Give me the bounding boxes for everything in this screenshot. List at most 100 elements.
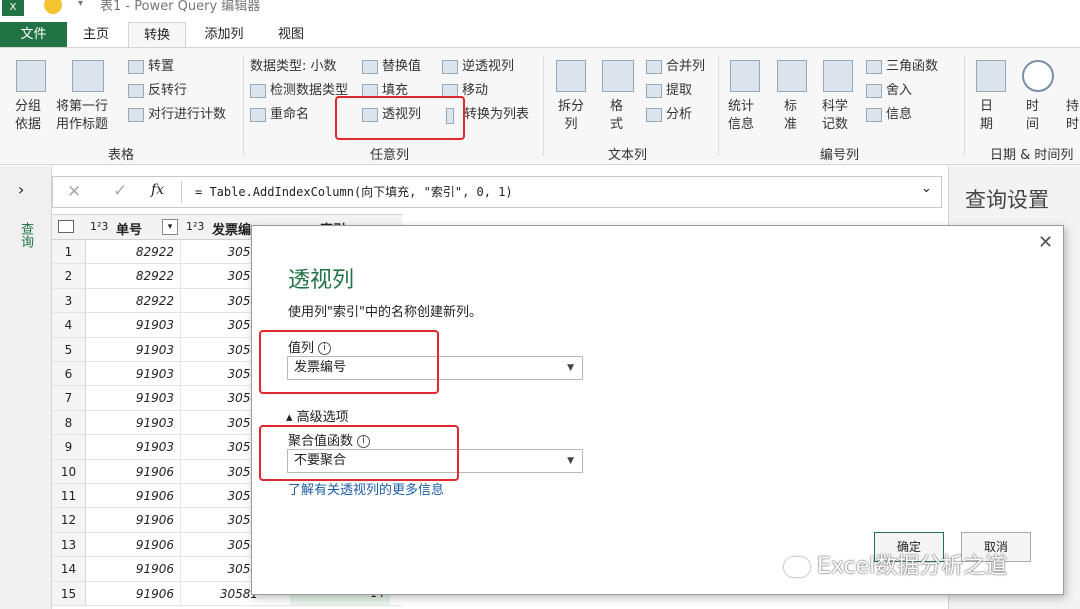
expand-formula-icon[interactable]: ⌄ (921, 181, 932, 196)
cell-order-no[interactable]: 91906 (87, 581, 181, 605)
advanced-options-toggle[interactable]: ▴ 高级选项 (286, 406, 349, 425)
row-number[interactable]: 5 (52, 337, 86, 361)
cell-invoice-no[interactable]: 3058 (182, 338, 262, 361)
formula-input[interactable]: = Table.AddIndexColumn(向下填充, "索引", 0, 1) (195, 183, 513, 200)
cell-order-no[interactable]: 82922 (87, 240, 181, 264)
cell-order-no[interactable]: 91903 (87, 410, 181, 435)
row-number[interactable]: 7 (52, 386, 86, 410)
cell-order-no[interactable]: 91906 (87, 459, 181, 483)
queries-label[interactable]: 查询 (16, 222, 35, 248)
cancel-formula-icon[interactable]: ✕ (67, 182, 81, 202)
group-label-any-column: 任意列 (370, 148, 410, 163)
trig-button[interactable]: 三角函数 (886, 58, 938, 76)
format-button[interactable]: 格 式 (610, 98, 623, 134)
tab-view[interactable]: 视图 (262, 22, 320, 48)
cell-invoice-no[interactable]: 3058 (182, 557, 262, 580)
cell-invoice-no[interactable]: 3058 (182, 313, 262, 336)
count-rows-icon (128, 108, 144, 122)
tab-add-column[interactable]: 添加列 (192, 22, 256, 48)
cell-invoice-no[interactable]: 30581 (182, 582, 262, 605)
date-icon (976, 60, 1006, 92)
dropdown-arrow-icon: ▼ (567, 363, 574, 373)
cell-order-no[interactable]: 91906 (87, 484, 181, 508)
row-number[interactable]: 3 (52, 288, 86, 313)
cell-invoice-no[interactable]: 3058 (182, 289, 262, 312)
column-header-invoice-no[interactable]: 发票编 (212, 219, 256, 238)
replace-values-button[interactable]: 替换值 (382, 58, 421, 76)
row-number[interactable]: 2 (52, 264, 86, 288)
close-icon[interactable]: ✕ (1038, 232, 1053, 253)
extract-button[interactable]: 提取 (666, 82, 692, 100)
row-number[interactable]: 12 (52, 508, 86, 532)
move-button[interactable]: 移动 (462, 82, 488, 100)
row-number[interactable]: 4 (52, 313, 86, 337)
row-number[interactable]: 6 (52, 362, 86, 386)
column-filter-icon[interactable]: ▾ (162, 219, 178, 235)
statistics-button[interactable]: 统计 信息 (728, 98, 754, 134)
split-column-button[interactable]: 拆分 列 (558, 98, 584, 134)
standard-button[interactable]: 标 准 (784, 98, 797, 134)
unpivot-icon (442, 60, 458, 74)
count-rows-button[interactable]: 对行进行计数 (148, 106, 226, 124)
parse-button[interactable]: 分析 (666, 106, 692, 124)
row-number[interactable]: 13 (52, 532, 86, 557)
cell-order-no[interactable]: 91903 (87, 362, 181, 386)
cell-invoice-no[interactable]: 3058 (182, 435, 262, 458)
cell-invoice-no[interactable]: 3058 (182, 533, 262, 556)
expand-chevron-icon[interactable]: › (18, 180, 24, 199)
tab-file[interactable]: 文件 (0, 22, 67, 48)
cell-order-no[interactable]: 91906 (87, 508, 181, 532)
cell-invoice-no[interactable]: 3058 (182, 508, 262, 531)
cell-invoice-no[interactable]: 3058 (182, 411, 262, 434)
information-button[interactable]: 信息 (886, 106, 912, 124)
cell-invoice-no[interactable]: 3058 (182, 264, 262, 287)
cell-order-no[interactable]: 82922 (87, 264, 181, 288)
replace-values-icon (362, 60, 378, 74)
row-number[interactable]: 1 (52, 240, 86, 264)
cell-order-no[interactable]: 91903 (87, 386, 181, 410)
table-menu-icon[interactable] (58, 220, 74, 233)
round-button[interactable]: 舍入 (886, 82, 912, 100)
learn-more-link[interactable]: 了解有关透视列的更多信息 (288, 479, 444, 498)
cell-order-no[interactable]: 82922 (87, 288, 181, 313)
time-button[interactable]: 时 间 (1026, 98, 1039, 134)
group-by-button[interactable]: 分组 依据 (15, 98, 41, 134)
cell-invoice-no[interactable]: 3058 (182, 460, 262, 483)
row-number[interactable]: 15 (52, 581, 86, 605)
row-number[interactable]: 10 (52, 459, 86, 483)
transpose-button[interactable]: 转置 (148, 58, 174, 76)
date-button[interactable]: 日 期 (980, 98, 993, 134)
confirm-formula-icon[interactable]: ✓ (113, 181, 127, 201)
tab-transform[interactable]: 转换 (128, 22, 186, 49)
convert-to-list-button[interactable]: 转换为列表 (464, 106, 529, 124)
cell-order-no[interactable]: 91903 (87, 313, 181, 337)
row-number[interactable]: 11 (52, 484, 86, 508)
row-number[interactable]: 8 (52, 410, 86, 435)
cell-order-no[interactable]: 91906 (87, 532, 181, 557)
cell-invoice-no[interactable]: 3058 (182, 484, 262, 507)
unpivot-button[interactable]: 逆透视列 (462, 58, 514, 76)
cell-order-no[interactable]: 91903 (87, 337, 181, 361)
merge-columns-button[interactable]: 合并列 (666, 58, 705, 76)
cell-order-no[interactable]: 91903 (87, 435, 181, 459)
smiley-icon[interactable] (44, 0, 62, 14)
row-number[interactable]: 9 (52, 435, 86, 459)
column-header-order-no[interactable]: 单号 (116, 219, 142, 238)
reverse-rows-button[interactable]: 反转行 (148, 82, 187, 100)
row-number[interactable]: 14 (52, 557, 86, 581)
cell-invoice-no[interactable]: 3058 (182, 362, 262, 385)
cell-order-no[interactable]: 91906 (87, 557, 181, 581)
cell-invoice-no[interactable]: 3058 (182, 240, 262, 263)
scientific-button[interactable]: 科学 记数 (822, 98, 848, 134)
cell-invoice-no[interactable]: 3058 (182, 386, 262, 409)
number-type-icon[interactable]: 1²3 (90, 220, 108, 233)
rename-button[interactable]: 重命名 (270, 106, 309, 124)
fx-icon[interactable]: fx (151, 182, 164, 198)
number-type-icon[interactable]: 1²3 (186, 220, 204, 233)
tab-home[interactable]: 主页 (70, 22, 122, 48)
first-row-header-button[interactable]: 将第一行 用作标题 (56, 98, 108, 134)
quick-access-dropdown-icon[interactable]: ▾ (78, 0, 83, 9)
duration-button[interactable]: 持 时 (1066, 98, 1079, 134)
data-type-dropdown[interactable]: 数据类型: 小数 (250, 58, 337, 76)
extract-icon (646, 84, 662, 98)
